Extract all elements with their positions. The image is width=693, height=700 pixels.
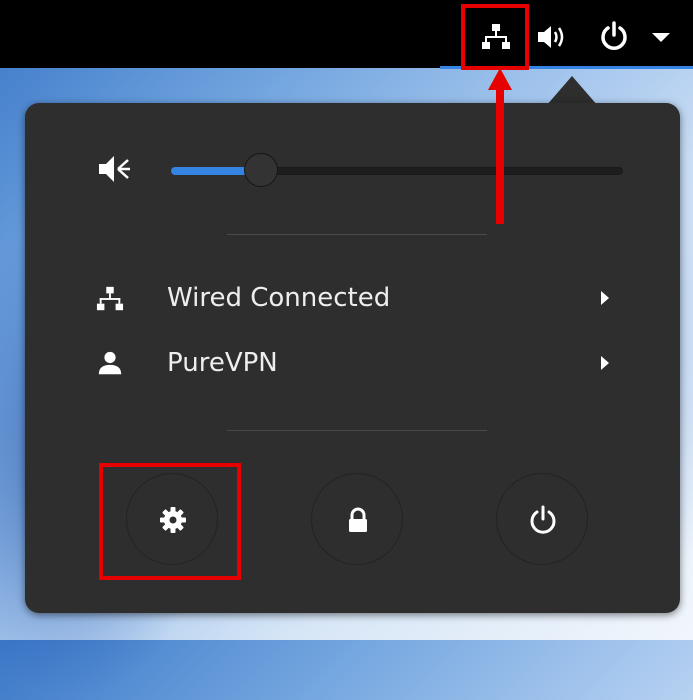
menu-item-vpn[interactable]: PureVPN bbox=[25, 336, 680, 392]
menu-item-wired[interactable]: Wired Connected bbox=[25, 271, 680, 327]
separator bbox=[227, 430, 487, 431]
menu-item-label: PureVPN bbox=[167, 348, 278, 378]
lock-icon bbox=[349, 507, 367, 532]
menu-item-label: Wired Connected bbox=[167, 283, 391, 313]
chevron-down-icon[interactable] bbox=[650, 30, 672, 44]
menu-pointer bbox=[546, 76, 598, 106]
lock-button[interactable] bbox=[311, 473, 403, 565]
volume-muted-icon[interactable] bbox=[97, 153, 133, 185]
power-icon[interactable] bbox=[598, 20, 630, 52]
volume-slider-handle[interactable] bbox=[244, 153, 279, 187]
power-off-button[interactable] bbox=[496, 473, 588, 565]
separator bbox=[227, 234, 487, 235]
annotation-highlight-settings bbox=[99, 463, 241, 580]
chevron-right-icon bbox=[601, 356, 609, 370]
annotation-arrow-up bbox=[488, 68, 512, 224]
network-wired-icon bbox=[96, 286, 124, 311]
volume-row bbox=[25, 103, 680, 223]
power-icon bbox=[530, 505, 556, 534]
user-vpn-icon bbox=[98, 351, 122, 375]
annotation-highlight-network bbox=[461, 4, 529, 70]
chevron-right-icon bbox=[601, 291, 609, 305]
volume-icon[interactable] bbox=[536, 22, 568, 52]
top-bar bbox=[0, 0, 693, 68]
